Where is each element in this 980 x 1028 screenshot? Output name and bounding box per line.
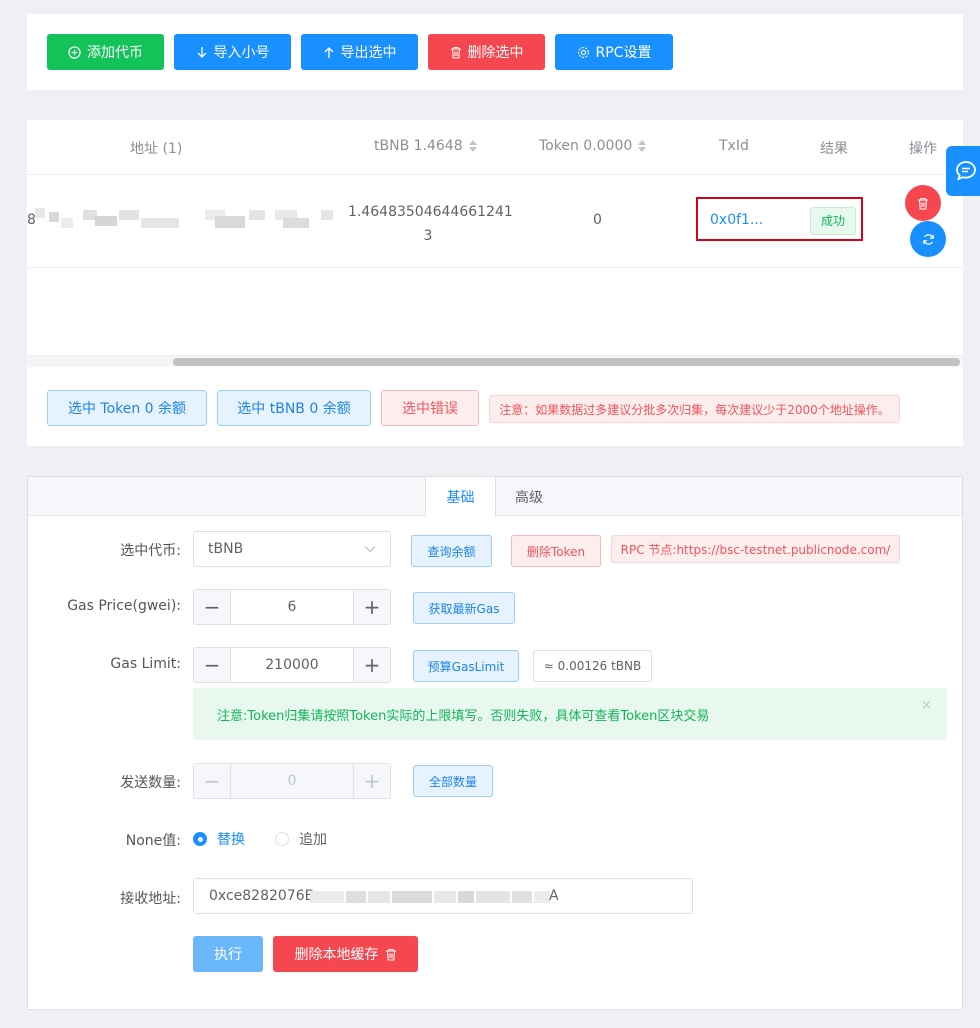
rpc-node-tag: RPC 节点:https://bsc-testnet.publicnode.co…	[611, 535, 900, 563]
export-selected-button[interactable]: 导出选中	[301, 34, 418, 70]
trash-icon	[385, 948, 397, 961]
chat-float-button[interactable]	[946, 146, 980, 196]
tab-basic[interactable]: 基础	[425, 477, 496, 517]
address-blur	[35, 208, 335, 230]
gas-limit-label: Gas Limit:	[110, 656, 181, 672]
select-tbnb-zero-button[interactable]: 选中 tBNB 0 余额	[217, 390, 371, 426]
radio-append[interactable]: 追加	[275, 829, 327, 849]
trash-icon	[450, 46, 462, 59]
tbnb-cell: 1.46483504644661241 3	[348, 204, 513, 244]
tab-advanced[interactable]: 高级	[496, 477, 562, 516]
token-select-label: 选中代币:	[120, 543, 181, 559]
query-balance-button[interactable]: 查询余额	[411, 535, 492, 567]
rpc-settings-button[interactable]: RPC设置	[555, 34, 673, 70]
arrow-down-icon	[196, 46, 208, 59]
sort-icon[interactable]	[468, 140, 477, 152]
sort-icon[interactable]	[638, 140, 647, 152]
increment-button[interactable]: +	[354, 648, 390, 682]
import-sub-label: 导入小号	[213, 45, 270, 61]
gas-price-value[interactable]: 6	[230, 590, 354, 624]
token-select[interactable]: tBNB	[193, 531, 391, 567]
receiver-address-suffix: A	[549, 888, 559, 904]
delete-selected-button[interactable]: 删除选中	[428, 34, 545, 70]
increment-button[interactable]: +	[354, 590, 390, 624]
add-token-button[interactable]: 添加代币	[47, 34, 164, 70]
table-row-divider	[27, 267, 963, 268]
estimate-gas-button[interactable]: 预算GasLimit	[413, 650, 519, 682]
chat-icon	[954, 159, 978, 183]
delete-selected-label: 删除选中	[467, 45, 524, 61]
column-header-txid: TxId	[719, 138, 749, 154]
select-token-zero-button[interactable]: 选中 Token 0 余额	[47, 390, 207, 426]
gas-estimate-display: ≈ 0.00126 tBNB	[533, 650, 652, 682]
amount-label: 发送数量:	[120, 775, 181, 791]
decrement-button: −	[194, 764, 230, 798]
token-cell: 0	[593, 212, 602, 228]
row-delete-button[interactable]	[905, 185, 941, 221]
gear-icon	[577, 46, 590, 59]
column-header-token[interactable]: Token 0.0000	[539, 138, 647, 154]
increment-button: +	[354, 764, 390, 798]
receiver-address-blur	[310, 889, 554, 905]
table-scrollbar-thumb[interactable]	[173, 358, 960, 366]
clear-cache-button[interactable]: 删除本地缓存	[273, 936, 418, 972]
radio-unchecked-icon	[275, 832, 289, 846]
select-error-button[interactable]: 选中错误	[381, 390, 479, 426]
gas-limit-alert: 注意:Token归集请按照Token实际的上限填写。否则失败，具体可查看Toke…	[193, 688, 947, 740]
receiver-label: 接收地址:	[120, 891, 181, 907]
delete-token-button[interactable]: 删除Token	[511, 535, 601, 567]
column-header-action: 操作	[909, 141, 937, 157]
nonce-label: None值:	[125, 833, 181, 849]
all-amount-button[interactable]: 全部数量	[413, 765, 493, 797]
trash-icon	[917, 197, 929, 210]
batch-notice: 注意：如果数据过多建议分批多次归集，每次建议少于2000个地址操作。	[489, 395, 900, 423]
gas-limit-stepper[interactable]: − 210000 +	[193, 647, 391, 683]
execute-button[interactable]: 执行	[193, 936, 263, 972]
column-header-tbnb[interactable]: tBNB 1.4648	[374, 138, 477, 154]
decrement-button[interactable]: −	[194, 590, 230, 624]
import-sub-button[interactable]: 导入小号	[174, 34, 291, 70]
rpc-settings-label: RPC设置	[595, 45, 652, 61]
txid-link[interactable]: 0x0f1...	[710, 212, 763, 228]
receiver-address-input[interactable]: 0xce8282076E A	[193, 878, 693, 914]
gas-price-stepper[interactable]: − 6 +	[193, 589, 391, 625]
decrement-button[interactable]: −	[194, 648, 230, 682]
alert-close-icon[interactable]: ×	[921, 698, 932, 713]
status-badge: 成功	[810, 207, 856, 235]
receiver-address-prefix: 0xce8282076E	[209, 888, 314, 904]
gas-price-label: Gas Price(gwei):	[67, 598, 181, 614]
plus-circle-icon	[68, 45, 81, 59]
token-select-value: tBNB	[208, 541, 244, 557]
radio-checked-icon	[193, 832, 207, 846]
radio-replace[interactable]: 替换	[193, 829, 245, 849]
amount-value: 0	[230, 764, 354, 798]
gas-limit-value[interactable]: 210000	[230, 648, 354, 682]
amount-stepper: − 0 +	[193, 763, 391, 799]
column-header-address: 地址 (1)	[130, 141, 183, 157]
chevron-down-icon	[364, 545, 376, 553]
fetch-gas-button[interactable]: 获取最新Gas	[413, 592, 515, 624]
refresh-icon	[922, 233, 935, 246]
row-refresh-button[interactable]	[910, 221, 946, 257]
column-header-result: 结果	[820, 141, 848, 157]
arrow-up-icon	[323, 46, 335, 59]
add-token-label: 添加代币	[87, 45, 143, 61]
export-selected-label: 导出选中	[340, 45, 397, 61]
